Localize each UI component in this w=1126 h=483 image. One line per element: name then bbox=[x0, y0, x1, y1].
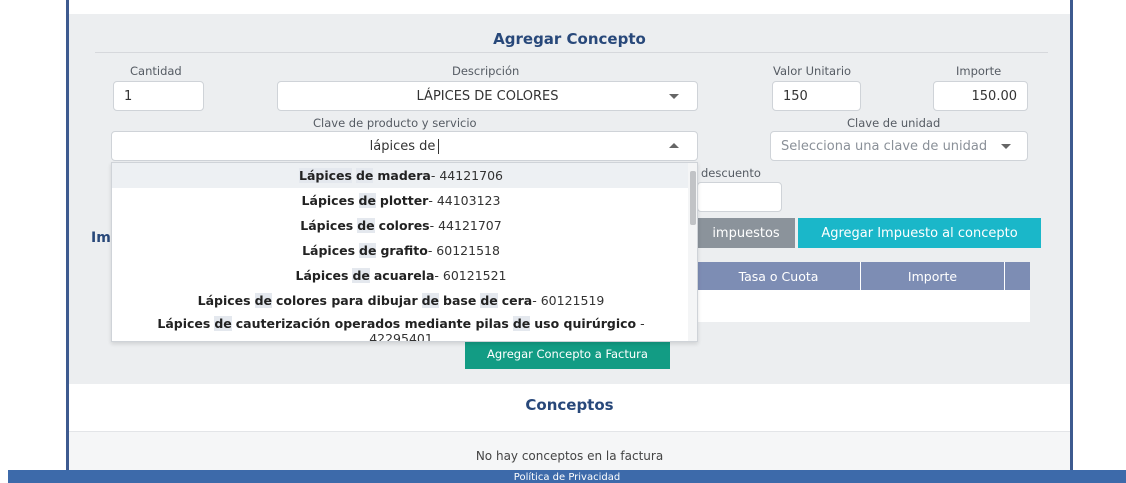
descripcion-label: Descripción bbox=[452, 64, 520, 78]
tax-table-body bbox=[697, 290, 1030, 322]
option-code: - 44121707 bbox=[429, 218, 502, 233]
descuento-label: descuento bbox=[701, 166, 761, 180]
option-match: de bbox=[355, 168, 374, 183]
scrollbar-thumb[interactable] bbox=[690, 171, 696, 225]
dropdown-option[interactable]: Lápices de cauterización operados median… bbox=[112, 315, 690, 342]
option-name: colores para dibujar bbox=[276, 293, 418, 308]
dropdown-scrollbar[interactable] bbox=[688, 163, 697, 341]
impuestos-button[interactable]: impuestos bbox=[697, 218, 795, 248]
option-code: - 44121706 bbox=[430, 168, 503, 183]
importe-label: Importe bbox=[956, 64, 1002, 78]
descuento-input[interactable] bbox=[697, 182, 782, 212]
dropdown-option[interactable]: Lápices de grafito - 60121518 bbox=[112, 238, 690, 263]
panel-title: Agregar Concepto bbox=[493, 30, 646, 48]
column-actions bbox=[1005, 262, 1030, 290]
option-code: - 60121518 bbox=[427, 243, 500, 258]
agregar-impuesto-button[interactable]: Agregar Impuesto al concepto bbox=[798, 218, 1041, 248]
divider bbox=[95, 52, 1048, 53]
empty-conceptos-message: No hay conceptos en la factura bbox=[475, 449, 664, 463]
importe-input[interactable]: 150.00 bbox=[933, 81, 1028, 111]
option-match: de bbox=[421, 293, 440, 308]
tax-table-header: Tasa o Cuota Importe bbox=[697, 262, 1030, 290]
agregar-concepto-button[interactable]: Agregar Concepto a Factura bbox=[465, 338, 670, 369]
dropdown-option[interactable]: Lápices de madera - 44121706 bbox=[112, 163, 690, 188]
option-name: plotter bbox=[379, 193, 429, 208]
column-importe: Importe bbox=[861, 262, 1005, 290]
option-match: Lápices bbox=[299, 168, 352, 183]
privacy-policy-link[interactable]: Política de Privacidad bbox=[514, 472, 620, 483]
valor-unitario-label: Valor Unitario bbox=[773, 64, 852, 78]
option-name: uso quirúrgico bbox=[534, 316, 637, 331]
chevron-down-icon bbox=[1001, 144, 1011, 149]
dropdown-option[interactable]: Lápices de colores - 44121707 bbox=[112, 213, 690, 238]
footer: Política de Privacidad bbox=[8, 470, 1126, 483]
option-match: de bbox=[357, 218, 375, 233]
column-tasa-cuota: Tasa o Cuota bbox=[697, 262, 861, 290]
option-match: Lápices bbox=[300, 218, 354, 233]
option-match: Lápices bbox=[301, 193, 355, 208]
clave-producto-search-text[interactable]: lápices de bbox=[370, 139, 436, 154]
option-code: 42295401 bbox=[369, 331, 433, 342]
dropdown-option[interactable]: Lápices de acuarela - 60121521 bbox=[112, 263, 690, 288]
option-match: de bbox=[512, 316, 531, 331]
option-match: de bbox=[214, 316, 232, 331]
cantidad-input[interactable]: 1 bbox=[113, 81, 204, 111]
cantidad-label: Cantidad bbox=[130, 64, 182, 78]
option-name: base bbox=[443, 293, 477, 308]
option-name: grafito bbox=[380, 243, 428, 258]
option-name: colores bbox=[378, 218, 430, 233]
option-name: cera bbox=[501, 293, 533, 308]
option-match: de bbox=[254, 293, 273, 308]
chevron-down-icon bbox=[669, 94, 679, 99]
conceptos-title: Conceptos bbox=[525, 396, 614, 414]
clave-producto-dropdown: Lápices de madera - 44121706 Lápices de … bbox=[111, 162, 698, 342]
descripcion-value: LÁPICES DE COLORES bbox=[416, 88, 559, 104]
option-match: de bbox=[359, 243, 377, 258]
clave-unidad-select[interactable]: Selecciona una clave de unidad bbox=[770, 131, 1028, 161]
option-code: - 60121521 bbox=[434, 268, 507, 283]
option-name: madera bbox=[377, 168, 431, 183]
clave-unidad-label: Clave de unidad bbox=[847, 116, 941, 130]
clave-producto-label: Clave de producto y servicio bbox=[313, 116, 477, 130]
dropdown-option[interactable]: Lápices de colores para dibujar de base … bbox=[112, 288, 690, 313]
dropdown-option[interactable]: Lápices de plotter - 44103123 bbox=[112, 188, 690, 213]
option-code: - 60121519 bbox=[532, 293, 605, 308]
descripcion-select[interactable]: LÁPICES DE COLORES bbox=[277, 81, 698, 111]
chevron-up-icon bbox=[669, 143, 679, 148]
clave-producto-select[interactable]: lápices de bbox=[111, 131, 698, 161]
option-match: Lápices bbox=[197, 293, 251, 308]
option-match: de bbox=[352, 268, 370, 283]
valor-unitario-input[interactable]: 150 bbox=[772, 81, 861, 111]
option-match: Lápices bbox=[157, 316, 211, 331]
option-code: - 44103123 bbox=[428, 193, 501, 208]
option-name: cauterización operados mediante pilas bbox=[235, 316, 509, 331]
option-match: de bbox=[358, 193, 376, 208]
option-match: Lápices bbox=[302, 243, 356, 258]
option-name: acuarela bbox=[373, 268, 435, 283]
cantidad-value: 1 bbox=[124, 88, 133, 104]
option-code: - bbox=[636, 316, 645, 331]
option-match: Lápices bbox=[295, 268, 349, 283]
option-match: de bbox=[480, 293, 498, 308]
impuestos-heading-partial: Im bbox=[91, 230, 111, 246]
valor-unitario-value: 150 bbox=[783, 88, 808, 104]
text-cursor bbox=[438, 138, 440, 154]
importe-value: 150.00 bbox=[971, 88, 1018, 104]
clave-unidad-placeholder: Selecciona una clave de unidad bbox=[781, 138, 988, 154]
